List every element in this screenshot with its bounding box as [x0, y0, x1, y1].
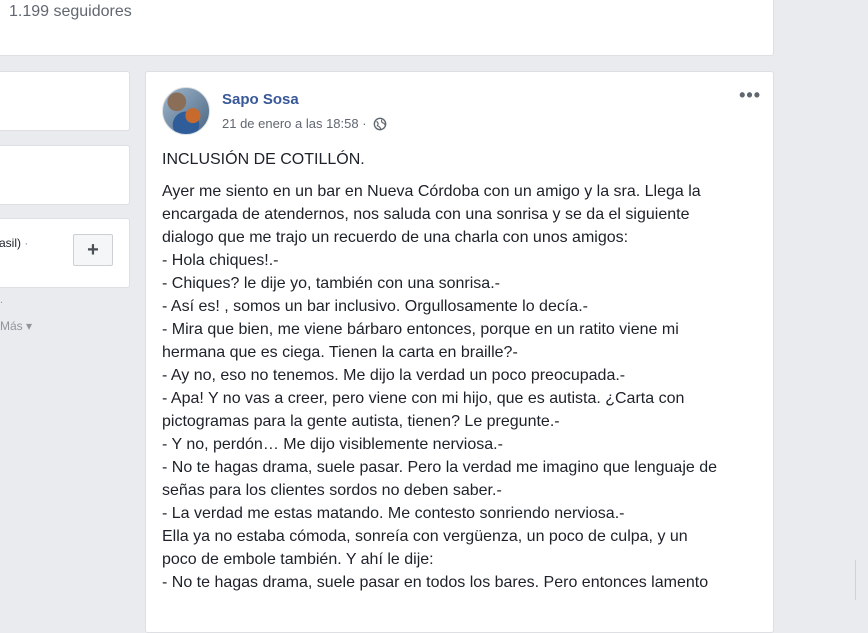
separator-dot: · [24, 236, 29, 250]
post-body: Ayer me siento en un bar en Nueva Córdob… [162, 180, 762, 594]
author-avatar[interactable] [162, 87, 210, 135]
post-line: señas para los clientes sordos no deben … [162, 482, 502, 499]
followers-count[interactable]: 1.199 seguidores [9, 3, 132, 21]
sidebar-suggestion-text: rasil) [0, 236, 21, 250]
post-line: - No te hagas drama, suele pasar en todo… [162, 574, 709, 591]
post-card: Sapo Sosa 21 de enero a las 18:58 · ••• … [145, 71, 774, 633]
sidebar-suggestion-box: rasil) · + [0, 218, 130, 288]
sidebar-box [0, 145, 130, 205]
scrollbar-edge[interactable] [855, 560, 866, 600]
sidebar-box [0, 71, 130, 131]
post-line: poco de embole también. Y ahí le dije: [162, 551, 434, 568]
post-line: - Hola chiques!.- [162, 252, 279, 269]
post-line: dialogo que me trajo un recuerdo de una … [162, 229, 629, 246]
post-line: - No te hagas drama, suele pasar. Pero l… [162, 459, 718, 476]
post-title: INCLUSIÓN DE COTILLÓN. [162, 151, 365, 168]
post-line: Ella ya no estaba cómoda, sonreía con ve… [162, 528, 688, 545]
post-line: pictogramas para la gente autista, tiene… [162, 413, 560, 430]
post-line: - Y no, perdón… Me dijo visiblemente ner… [162, 436, 503, 453]
post-timestamp[interactable]: 21 de enero a las 18:58 [222, 116, 359, 131]
post-line: encargada de atendernos, nos saluda con … [162, 206, 690, 223]
post-options-icon[interactable]: ••• [739, 85, 761, 106]
profile-header-card: 1.199 seguidores [0, 0, 774, 56]
add-button[interactable]: + [73, 234, 113, 266]
post-line: hermana que es ciega. Tienen la carta en… [162, 344, 518, 361]
post-meta: 21 de enero a las 18:58 · [222, 116, 387, 131]
post-line: - Ay no, eso no tenemos. Me dijo la verd… [162, 367, 626, 384]
post-line: - Mira que bien, me viene bárbaro entonc… [162, 321, 679, 338]
sidebar-suggestion-text-wrap: rasil) · [0, 236, 28, 250]
post-line: - La verdad me estas matando. Me contest… [162, 505, 625, 522]
post-line: - Apa! Y no vas a creer, pero viene con … [162, 390, 685, 407]
post-line: Ayer me siento en un bar en Nueva Córdob… [162, 183, 701, 200]
globe-icon[interactable] [373, 117, 387, 131]
meta-separator: · [362, 116, 367, 131]
post-line: - Chiques? le dije yo, también con una s… [162, 275, 500, 292]
more-link[interactable]: Más ▾ [0, 319, 32, 333]
sidebar-dot: . [0, 294, 4, 306]
post-line: - Así es! , somos un bar inclusivo. Orgu… [162, 298, 588, 315]
author-name-link[interactable]: Sapo Sosa [222, 91, 299, 108]
